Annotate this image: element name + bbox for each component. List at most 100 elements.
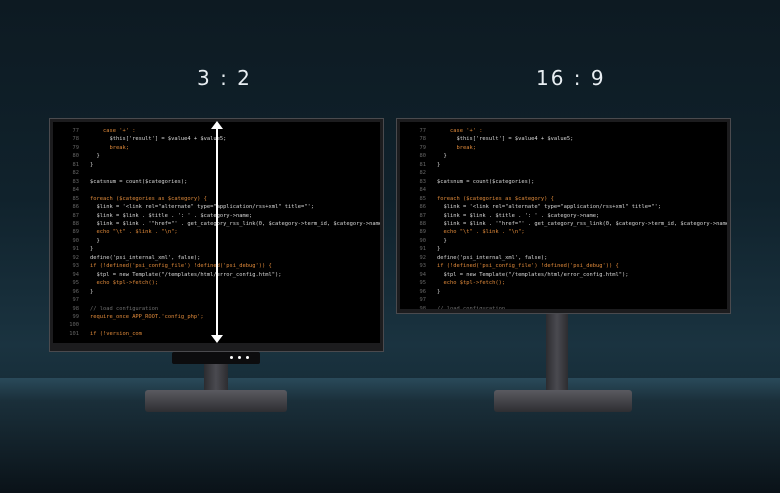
- line-text: echo $tpl->fetch();: [437, 280, 506, 287]
- line-text: require_once APP_ROOT.'config_php';: [90, 313, 204, 320]
- line-number: 89: [419, 229, 427, 236]
- line-text: echo "\t" . $link . "\n";: [437, 229, 525, 236]
- line-text: $this['result'] = $value4 + $value5;: [437, 136, 574, 143]
- line-number: 79: [72, 144, 80, 151]
- line-text: }: [437, 246, 441, 253]
- left-monitor-base: [145, 390, 287, 412]
- code-line: 85 foreach ($categories as $category) {: [400, 195, 727, 203]
- height-arrow-line: [216, 124, 218, 340]
- line-text: }: [90, 237, 100, 244]
- line-text: }: [90, 288, 94, 295]
- line-number: 100: [69, 322, 79, 329]
- code-line: 94 $tpl = new Template("/templates/html/…: [400, 271, 727, 279]
- line-text: $link = '<link rel="alternate" type="app…: [437, 204, 661, 211]
- aspect-ratio-label-right: 16 : 9: [536, 66, 606, 90]
- line-number: 99: [72, 313, 80, 320]
- line-number: 93: [419, 263, 427, 270]
- line-text: case '+' :: [90, 128, 136, 134]
- line-text: $tpl = new Template("/templates/html/err…: [90, 271, 282, 278]
- line-number: 80: [419, 153, 427, 160]
- right-code-view: 77 case '+' : 78 $this['result'] = $value…: [400, 127, 728, 309]
- line-number: 77: [72, 128, 80, 134]
- line-text: define('psi_internal_xml', false);: [90, 254, 201, 261]
- line-number: 95: [72, 280, 80, 287]
- line-number: 85: [419, 195, 427, 202]
- code-line: 90 }: [400, 237, 727, 245]
- line-text: $this['result'] = $value4 + $value5;: [90, 136, 227, 143]
- line-text: }: [437, 237, 447, 244]
- code-line: 82: [400, 169, 727, 177]
- line-text: if (!defined('psi_config_file') !defined…: [437, 263, 619, 270]
- line-number: 85: [72, 195, 80, 202]
- webcam-light-1: [230, 356, 233, 359]
- line-number: 90: [419, 237, 427, 244]
- line-number: 78: [72, 136, 80, 143]
- right-monitor-screen: 77 case '+' : 78 $this['result'] = $value…: [400, 122, 727, 309]
- line-text: $link = $link . $title . ': ' . $categor…: [437, 212, 600, 219]
- line-number: 87: [419, 212, 427, 219]
- line-number: 93: [72, 263, 80, 270]
- line-number: 90: [72, 237, 80, 244]
- line-number: 84: [419, 187, 427, 194]
- line-text: if (!defined('psi_config_file') !defined…: [90, 263, 272, 270]
- line-text: break;: [437, 144, 476, 151]
- line-number: 96: [72, 288, 80, 295]
- desk-surface: [0, 378, 780, 493]
- code-line: 80 }: [400, 152, 727, 160]
- code-line: 88 $link = $link . '"href="' . get_categ…: [400, 220, 728, 228]
- line-number: 79: [419, 144, 427, 151]
- line-number: 88: [419, 220, 427, 227]
- line-text: $catsnum = count($categories);: [437, 178, 535, 185]
- code-line: 93 if (!defined('psi_config_file') !defin…: [400, 262, 727, 270]
- line-number: 82: [419, 170, 427, 177]
- line-text: echo "\t" . $link . "\n";: [90, 229, 178, 236]
- line-number: 88: [72, 220, 80, 227]
- right-monitor-base: [494, 390, 632, 412]
- code-line: 92 define('psi_internal_xml', false);: [400, 254, 727, 262]
- line-number: 83: [419, 178, 427, 185]
- code-line: 91}: [400, 245, 727, 253]
- line-text: }: [90, 246, 94, 253]
- code-line: 97: [400, 296, 727, 304]
- line-number: 84: [72, 187, 80, 194]
- right-monitor: 77 case '+' : 78 $this['result'] = $value…: [396, 118, 731, 314]
- line-text: $link = $link . $title . ': ' . $categor…: [90, 212, 253, 219]
- line-text: }: [90, 161, 94, 168]
- line-number: 92: [419, 254, 427, 261]
- line-text: echo $tpl->fetch();: [90, 280, 159, 287]
- code-line: 83 $catsnum = count($categories);: [400, 178, 727, 186]
- line-number: 81: [419, 161, 427, 168]
- line-text: $link = '<link rel="alternate" type="app…: [90, 204, 314, 211]
- code-line: 98 // load configuration: [400, 305, 727, 309]
- code-line: 81}: [400, 161, 727, 169]
- line-text: $link = $link . '"href="' . get_category…: [437, 220, 727, 227]
- line-number: 82: [72, 170, 80, 177]
- code-line: 96}: [400, 288, 727, 296]
- line-text: // load configuration: [437, 305, 506, 309]
- code-line: 87 $link = $link . $title . ': ' . $cate…: [400, 212, 727, 220]
- line-text: break;: [90, 144, 129, 151]
- line-number: 94: [72, 271, 80, 278]
- line-number: 94: [419, 271, 427, 278]
- line-number: 86: [72, 204, 80, 211]
- right-monitor-neck: [546, 312, 568, 394]
- line-number: 77: [419, 128, 427, 134]
- aspect-ratio-label-left: 3 : 2: [197, 66, 252, 90]
- line-number: 81: [72, 161, 80, 168]
- line-text: foreach ($categories as $category) {: [90, 195, 207, 202]
- line-number: 101: [69, 330, 79, 337]
- line-text: $catsnum = count($categories);: [90, 178, 188, 185]
- line-number: 78: [419, 136, 427, 143]
- code-line: 79 break;: [400, 144, 727, 152]
- line-number: 91: [72, 246, 80, 253]
- line-text: case '+' :: [437, 128, 483, 134]
- line-number: 95: [419, 280, 427, 287]
- line-text: // load configuration: [90, 305, 159, 312]
- line-text: $tpl = new Template("/templates/html/err…: [437, 271, 629, 278]
- line-text: foreach ($categories as $category) {: [437, 195, 554, 202]
- line-number: 89: [72, 229, 80, 236]
- code-line: 89 echo "\t" . $link . "\n";: [400, 228, 727, 236]
- line-text: $link = $link . '"href="' . get_category…: [90, 220, 380, 227]
- left-webcam-bar: [172, 352, 260, 364]
- line-number: 98: [72, 305, 80, 312]
